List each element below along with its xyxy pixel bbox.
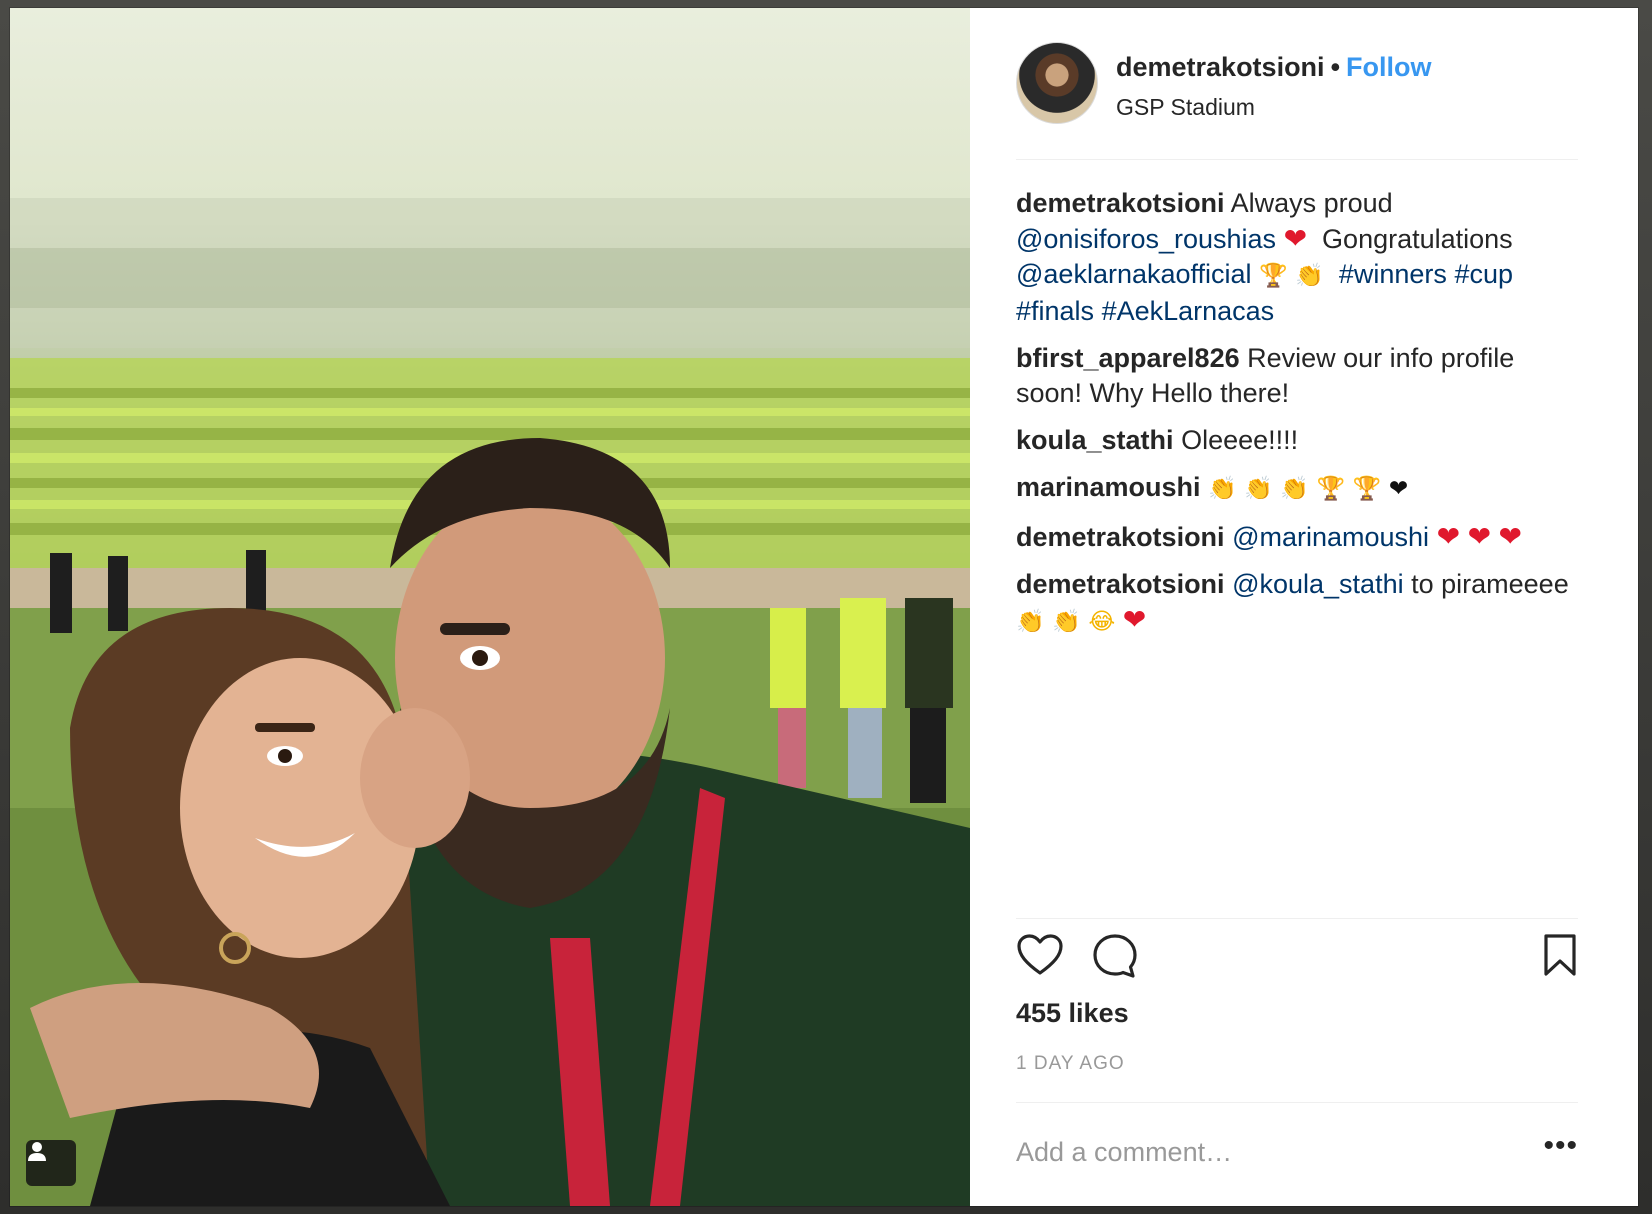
black-heart-emoji: ❤ bbox=[1388, 476, 1409, 502]
header-divider bbox=[1016, 159, 1578, 160]
comment-text: to pirameeee bbox=[1411, 569, 1569, 599]
post-header: demetrakotsioni • Follow GSP Stadium bbox=[1016, 42, 1578, 124]
trophy-emoji: 🏆 bbox=[1259, 263, 1288, 289]
comment-item: demetrakotsioni @marinamoushi ❤ ❤ ❤ bbox=[1016, 519, 1576, 555]
location-link[interactable]: GSP Stadium bbox=[1116, 94, 1255, 121]
likes-count[interactable]: 455 likes bbox=[1016, 998, 1129, 1029]
comment-item: bfirst_apparel826 Review our info profil… bbox=[1016, 341, 1576, 411]
comment-username[interactable]: marinamoushi bbox=[1016, 472, 1201, 502]
clap-emoji: 👏 bbox=[1016, 609, 1045, 635]
add-comment-input[interactable] bbox=[1016, 1128, 1486, 1176]
comment-text: Always proud bbox=[1230, 188, 1393, 218]
clap-emoji: 👏 bbox=[1280, 476, 1310, 502]
comment-username[interactable]: bfirst_apparel826 bbox=[1016, 343, 1240, 373]
comments-list: demetrakotsioni Always proud @onisiforos… bbox=[1016, 186, 1576, 652]
hashtag-link[interactable]: #cup bbox=[1454, 259, 1513, 289]
header-separator: • bbox=[1330, 52, 1341, 82]
clap-emoji: 👏 bbox=[1052, 609, 1081, 635]
clap-emoji: 👏 bbox=[1244, 476, 1273, 502]
heart-emoji: ❤ bbox=[1283, 222, 1308, 255]
bookmark-icon bbox=[1544, 934, 1576, 976]
comment-username[interactable]: demetrakotsioni bbox=[1016, 569, 1225, 599]
heart-outline-icon bbox=[1017, 934, 1063, 975]
clap-emoji: 👏 bbox=[1295, 263, 1324, 289]
like-button[interactable] bbox=[1016, 933, 1064, 982]
header-username[interactable]: demetrakotsioni bbox=[1116, 52, 1325, 82]
heart-emoji: ❤ bbox=[1122, 603, 1147, 636]
avatar[interactable] bbox=[1016, 42, 1098, 124]
comment-mention[interactable]: @onisiforos_roushias bbox=[1016, 224, 1276, 254]
comment-mention[interactable]: @aeklarnakaofficial bbox=[1016, 259, 1252, 289]
heart-emoji: ❤ bbox=[1467, 520, 1492, 553]
composer-divider bbox=[1016, 1102, 1578, 1103]
post-timestamp[interactable]: 1 DAY AGO bbox=[1016, 1053, 1125, 1075]
comment-item: koula_stathi Oleeee!!!! bbox=[1016, 423, 1576, 458]
heart-emoji: ❤ bbox=[1498, 520, 1523, 553]
action-bar bbox=[1016, 933, 1578, 983]
comment-text: Oleeee!!!! bbox=[1181, 425, 1299, 455]
more-options-button[interactable]: ••• bbox=[1543, 1131, 1578, 1161]
comment-mention[interactable]: @marinamoushi bbox=[1232, 522, 1429, 552]
comment-text: Gongratulations bbox=[1322, 224, 1513, 254]
comment-username[interactable]: demetrakotsioni bbox=[1016, 188, 1225, 218]
post-modal: demetrakotsioni • Follow GSP Stadium demet… bbox=[10, 8, 1638, 1206]
hashtag-link[interactable]: #AekLarnacas bbox=[1102, 296, 1275, 326]
hashtag-link[interactable]: #winners bbox=[1339, 259, 1447, 289]
comment-button[interactable] bbox=[1092, 933, 1138, 984]
tagged-user-badge[interactable] bbox=[26, 1140, 76, 1186]
save-button[interactable] bbox=[1542, 933, 1578, 982]
comment-mention[interactable]: @koula_stathi bbox=[1232, 569, 1404, 599]
trophy-emoji: 🏆 bbox=[1352, 476, 1382, 502]
heart-emoji: ❤ bbox=[1436, 520, 1461, 553]
laughing-emoji: 😂 bbox=[1088, 609, 1116, 635]
hashtag-link[interactable]: #finals bbox=[1016, 296, 1094, 326]
speech-bubble-icon bbox=[1093, 934, 1137, 978]
photo-illustration bbox=[10, 198, 970, 1206]
comment-item: demetrakotsioni @koula_stathi to piramee… bbox=[1016, 567, 1576, 640]
header-user-row: demetrakotsioni • Follow bbox=[1116, 52, 1432, 83]
caption: demetrakotsioni Always proud @onisiforos… bbox=[1016, 186, 1576, 329]
clap-emoji: 👏 bbox=[1208, 476, 1237, 502]
post-photo[interactable] bbox=[10, 8, 970, 1206]
post-details-panel: demetrakotsioni • Follow GSP Stadium demet… bbox=[970, 8, 1638, 1206]
comment-item: marinamoushi 👏 👏 👏 🏆 🏆 ❤ bbox=[1016, 470, 1576, 507]
person-icon bbox=[28, 1142, 46, 1161]
trophy-emoji: 🏆 bbox=[1316, 476, 1346, 502]
comment-username[interactable]: demetrakotsioni bbox=[1016, 522, 1225, 552]
follow-button[interactable]: Follow bbox=[1346, 52, 1431, 82]
comment-username[interactable]: koula_stathi bbox=[1016, 425, 1174, 455]
actions-divider bbox=[1016, 918, 1578, 919]
